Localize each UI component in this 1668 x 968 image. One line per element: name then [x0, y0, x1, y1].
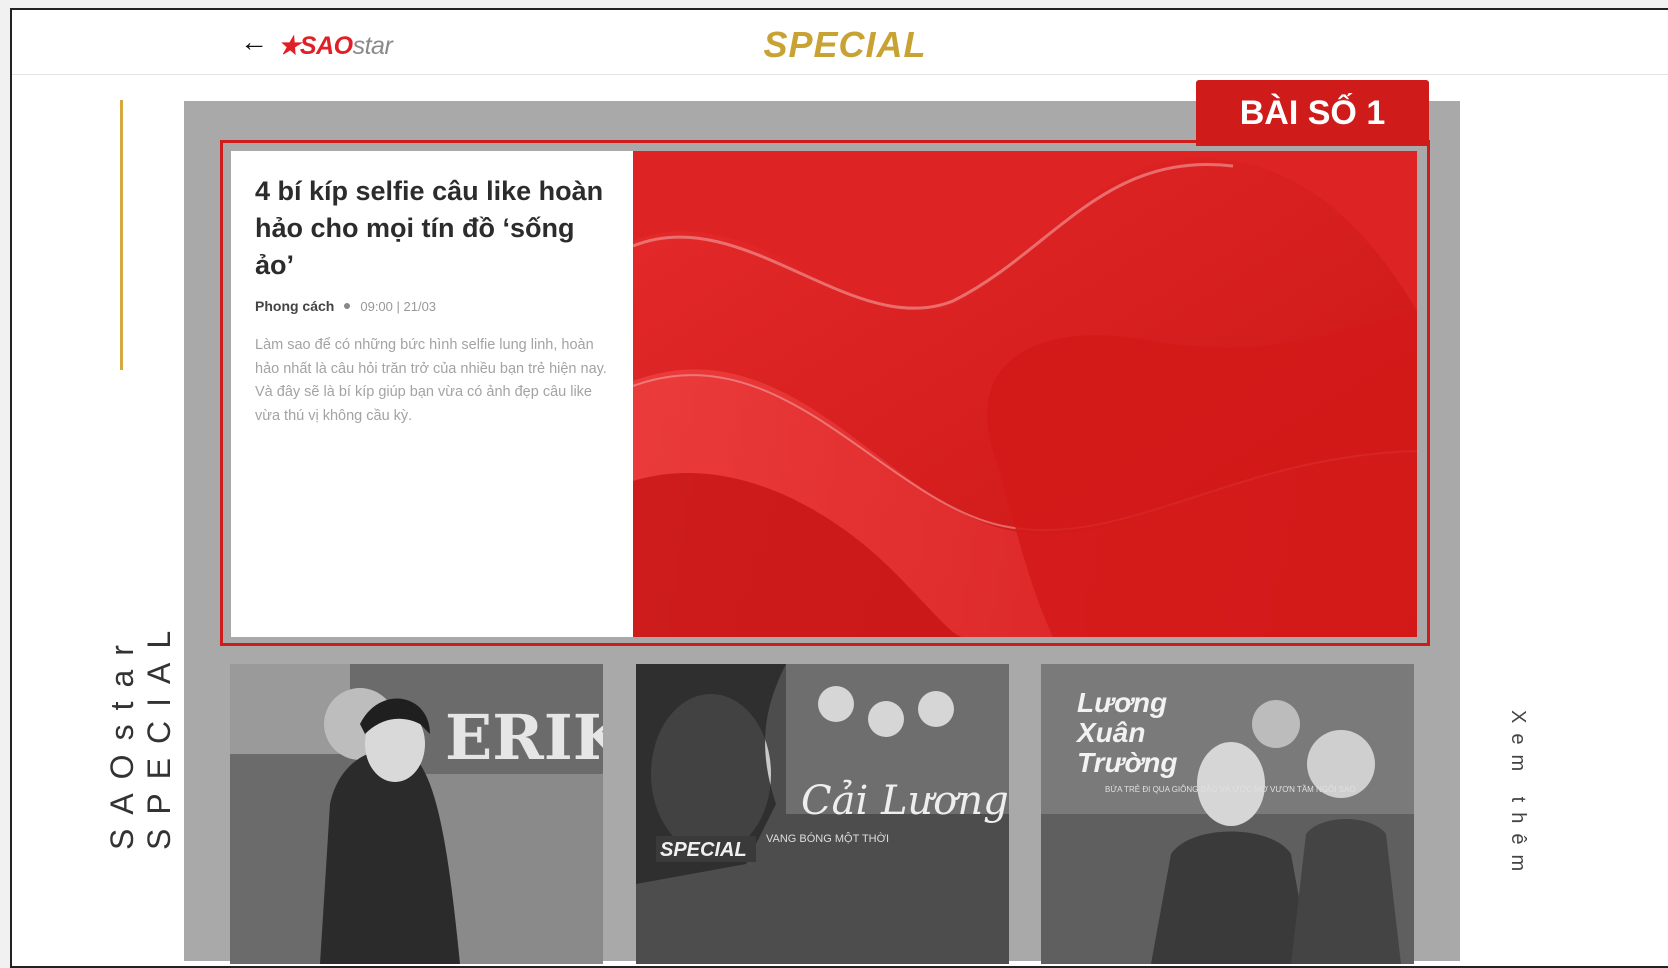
page-title: SPECIAL: [763, 24, 927, 65]
publish-time: 09:00 | 21/03: [360, 298, 437, 314]
vertical-section-label: SAOstar SPECIAL: [104, 616, 177, 850]
featured-text-panel: 4 bí kíp selfie câu like hoàn hảo cho mọ…: [231, 151, 633, 637]
article-number-badge: BÀI SỐ 1: [1196, 80, 1429, 146]
see-more-link[interactable]: Xem thêm: [1506, 710, 1529, 881]
cai-luong-cover-image: Cải Lương VANG BÓNG MỘT THỜI SPECIAL: [636, 664, 1009, 964]
featured-summary: Làm sao để có những bức hình selfie lung…: [255, 337, 607, 424]
featured-headline[interactable]: 4 bí kíp selfie câu like hoàn hảo cho mọ…: [255, 173, 611, 284]
abstract-wave-art: [633, 151, 1417, 637]
thumbnail-erik[interactable]: ERIK: [230, 664, 603, 964]
luong-xuan-truong-cover-image: Lương Xuân Trường BỨA TRẺ ĐI QUA GIÔNG B…: [1041, 664, 1414, 964]
cai-luong-title-text: Cải Lương: [801, 778, 1009, 824]
thumbnail-cai-luong[interactable]: Cải Lương VANG BÓNG MỘT THỜI SPECIAL: [636, 664, 1009, 964]
article-meta: Phong cách 09:00 | 21/03: [255, 298, 633, 314]
name-subtitle: BỨA TRẺ ĐI QUA GIÔNG BÃO VÀ ƯỚC MƠ VƯƠN …: [1105, 784, 1356, 794]
erik-title-text: ERIK: [445, 701, 603, 774]
category-link[interactable]: Phong cách: [255, 298, 334, 314]
name-line1: Lương: [1077, 687, 1167, 718]
thumbnail-luong-xuan-truong[interactable]: Lương Xuân Trường BỨA TRẺ ĐI QUA GIÔNG B…: [1041, 664, 1414, 964]
separator-dot: [344, 303, 351, 309]
name-line2: Xuân: [1075, 717, 1145, 748]
name-line3: Trường: [1077, 747, 1178, 778]
special-tag-text: SPECIAL: [660, 839, 747, 861]
gold-divider-line: [120, 100, 123, 370]
featured-article-card[interactable]: 4 bí kíp selfie câu like hoàn hảo cho mọ…: [220, 140, 1430, 646]
erik-cover-image: ERIK: [230, 664, 603, 964]
top-bar: ← ★SAOstar SPECIAL: [12, 10, 1668, 75]
cai-luong-tag-text: VANG BÓNG MỘT THỜI: [766, 832, 889, 845]
featured-cover-image[interactable]: [633, 151, 1417, 637]
